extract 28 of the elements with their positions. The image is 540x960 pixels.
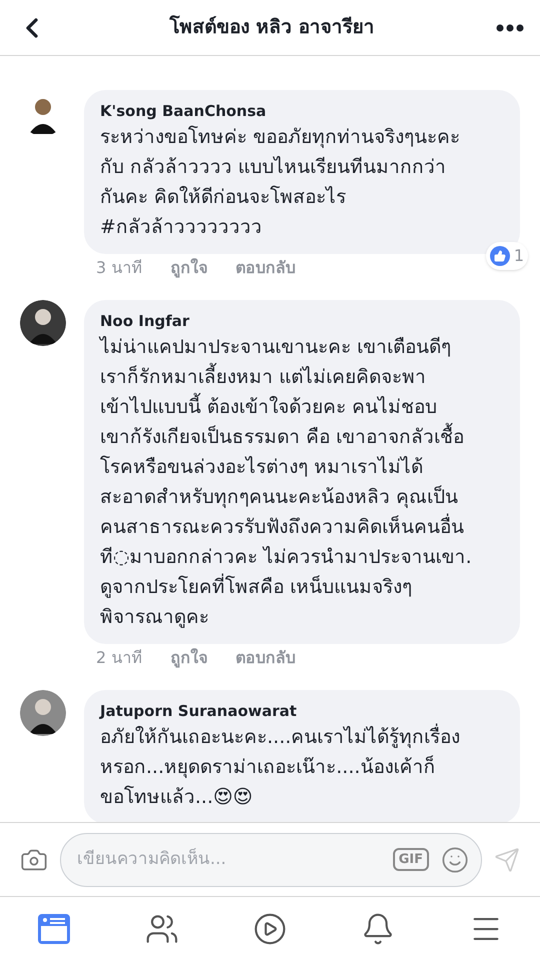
commenter-name[interactable]: Noo Ingfar	[100, 310, 504, 332]
reply-link[interactable]: ตอบกลับ	[235, 646, 296, 670]
more-icon	[496, 24, 524, 32]
reply-link[interactable]: ตอบกลับ	[235, 256, 296, 280]
comment-time: 2 นาที	[96, 647, 142, 669]
play-icon	[253, 912, 287, 946]
news-feed-icon	[37, 912, 71, 946]
gif-button[interactable]: GIF	[392, 848, 429, 872]
smiley-icon	[441, 846, 469, 874]
like-link[interactable]: ถูกใจ	[170, 646, 208, 670]
reaction-count[interactable]: 1	[486, 242, 528, 270]
reaction-number: 1	[514, 245, 524, 267]
commenter-name[interactable]: Jatuporn Suranaowarat	[100, 700, 504, 722]
commenter-name[interactable]: K'song BaanChonsa	[100, 100, 504, 122]
comment-text: ไม่น่าแคปมาประจานเขานะคะ เขาเตือนดีๆ เราก็รักหมาเลี้ยงหมา แต่ไม่เคยคิดจะพา เข้าไปแบบนี้ ต้องเข้าใจด้วยคะ คนไม่ชอบ เขาก้รังเกียจเป็นธรรมดา คือ เขาอาจกลัวเชื้อ โรคหรือขนล่วงอะไรต่างๆ หมาเราไม่ได้ สะอาดสำหรับทุกๆคนนะคะน้องหลิว คุณเป็น คนสาธารณะควรรับฟังถึงความคิดเห็นคนอื่น ที◌มาบอกกล่าวคะ ไม่ควรนำมาประจานเขา. ดูจากประโยคที่โพสคือ เหน็บแนมจริงๆ พิจารณาดูคะ	[100, 335, 473, 630]
comment-text: อภัยให้กันเถอะนะคะ....คนเราไม่ได้รู้ทุกเรื่อง หรอก...หยุดดราม่าเถอะเน๊าะ....น้องเค้าก็ ขอโทษแล้ว...😍😍	[100, 722, 504, 812]
send-icon	[494, 846, 520, 872]
like-icon	[490, 246, 510, 266]
bell-icon	[361, 912, 395, 946]
avatar-icon[interactable]	[20, 300, 66, 346]
page-title: โพสต์ของ หลิว อาจารียา	[168, 14, 376, 40]
comment-text: ระหว่างขอโทษค่ะ ขออภัยทุกท่านจริงๆนะคะ กับ กลัวล้าวววว แบบไหนเรียนทีนมากกว่า กันคะ คิดให้ดีก่อนจะโพสอะไร #กลัวล้าวววววววว	[100, 124, 462, 240]
avatar-icon[interactable]	[20, 690, 66, 736]
comment-time: 3 นาที	[96, 257, 142, 279]
emoji-button[interactable]	[441, 846, 469, 874]
like-link[interactable]: ถูกใจ	[170, 256, 208, 280]
more-button[interactable]	[496, 24, 524, 32]
comment-input[interactable]: เขียนความคิดเห็น... GIF	[60, 832, 482, 886]
